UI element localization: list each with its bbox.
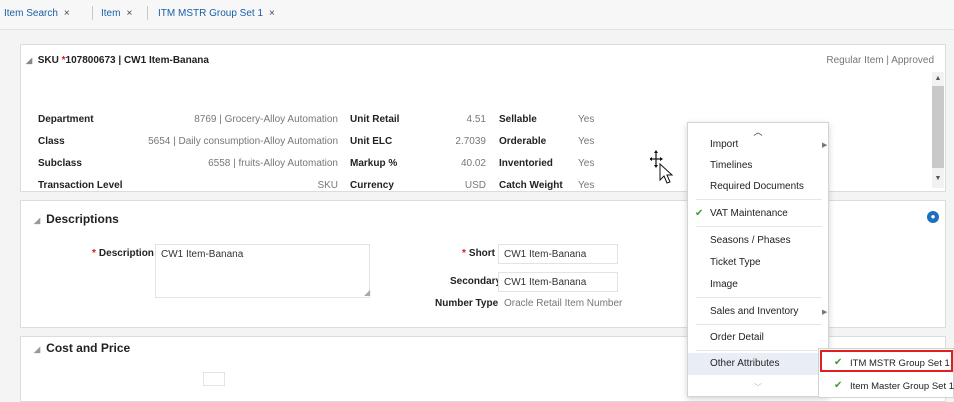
scrollbar-thumb[interactable] <box>932 86 944 168</box>
tab-itm-mstr-group-set-1[interactable]: ITM MSTR Group Set 1 × <box>158 8 275 19</box>
checkmark-icon: ✔ <box>834 357 843 368</box>
tab-divider <box>92 6 93 20</box>
short-label: * Short <box>462 248 496 259</box>
currency-label: Currency <box>350 180 394 191</box>
scroll-up-icon[interactable]: ▲ <box>932 75 944 82</box>
subclass-value: 6558 | fruits-Alloy Automation <box>208 158 338 169</box>
catch-weight-value: Yes <box>578 180 595 191</box>
markup-label: Markup % <box>350 158 398 169</box>
collapse-triangle-icon[interactable]: ◢ <box>26 56 32 65</box>
menu-item-order-detail[interactable]: Order Detail <box>710 332 764 343</box>
subclass-label: Subclass <box>38 158 82 169</box>
markup-value: 40.02 <box>460 158 486 169</box>
sellable-label: Sellable <box>499 114 537 125</box>
checkmark-icon: ✔ <box>695 208 704 219</box>
department-label: Department <box>38 114 94 125</box>
tab-item[interactable]: Item × <box>101 8 132 19</box>
class-label: Class <box>38 136 65 147</box>
menu-item-vat-maintenance[interactable]: VAT Maintenance <box>710 208 788 219</box>
sellable-value: Yes <box>578 114 595 125</box>
close-icon[interactable]: × <box>126 8 132 19</box>
unit-elc-label: Unit ELC <box>350 136 393 147</box>
tab-divider <box>147 6 148 20</box>
sku-title: ◢ SKU *107800673 | CW1 Item-Banana <box>26 55 209 66</box>
move-cursor-icon <box>650 150 674 184</box>
menu-divider <box>696 297 822 298</box>
collapse-triangle-icon[interactable]: ◢ <box>34 345 40 354</box>
tab-bar: Item Search × Item × ITM MSTR Group Set 1 × <box>0 0 954 30</box>
tab-label: Item Search <box>4 8 58 19</box>
close-icon[interactable]: × <box>269 8 275 19</box>
resize-handle-icon[interactable]: ◢ <box>364 288 370 297</box>
menu-item-other-attributes[interactable]: Other Attributes <box>710 358 779 369</box>
menu-divider <box>696 226 822 227</box>
menu-divider <box>696 199 822 200</box>
actions-menu: ︿ Import ▶ Timelines Required Documents … <box>687 122 829 397</box>
close-icon[interactable]: × <box>64 8 70 19</box>
class-value: 5654 | Daily consumption-Alloy Automatio… <box>148 136 338 147</box>
menu-item-image[interactable]: Image <box>710 279 738 290</box>
orderable-label: Orderable <box>499 136 547 147</box>
descriptions-section-title[interactable]: ◢ Descriptions <box>34 212 119 226</box>
unit-elc-value: 2.7039 <box>455 136 486 147</box>
menu-item-ticket-type[interactable]: Ticket Type <box>710 257 761 268</box>
description-label: * Description <box>92 248 154 259</box>
menu-scroll-up-icon[interactable]: ︿ <box>688 125 828 138</box>
inventoried-value: Yes <box>578 158 595 169</box>
secondary-description-input[interactable]: CW1 Item-Banana <box>498 272 618 292</box>
transaction-level-value: SKU <box>317 180 338 191</box>
number-type-value: Oracle Retail Item Number <box>504 298 623 309</box>
cost-field-input[interactable] <box>203 372 225 386</box>
item-status: Regular Item | Approved <box>826 55 934 66</box>
tab-label: Item <box>101 8 121 19</box>
submenu-arrow-icon: ▶ <box>822 309 828 316</box>
currency-value: USD <box>464 180 486 191</box>
menu-item-sales-and-inventory[interactable]: Sales and Inventory <box>710 306 798 317</box>
submenu-item-itm-mstr-group-set-1[interactable]: ITM MSTR Group Set 1 <box>850 358 950 369</box>
secondary-label: Secondary <box>450 276 502 287</box>
menu-divider <box>696 324 822 325</box>
submenu-arrow-icon: ▶ <box>822 142 828 149</box>
scroll-down-icon[interactable]: ▼ <box>932 175 944 182</box>
collapse-triangle-icon[interactable]: ◢ <box>34 216 40 225</box>
help-globe-icon[interactable]: ● <box>927 211 939 223</box>
department-value: 8769 | Grocery-Alloy Automation <box>194 114 338 125</box>
short-description-input[interactable]: CW1 Item-Banana <box>498 244 618 264</box>
submenu-item-item-master-group-set-1[interactable]: Item Master Group Set 1 <box>850 381 954 392</box>
menu-scroll-down-icon[interactable]: ﹀ <box>688 382 828 393</box>
orderable-value: Yes <box>578 136 595 147</box>
menu-item-timelines[interactable]: Timelines <box>710 160 752 171</box>
checkmark-icon: ✔ <box>834 380 843 391</box>
menu-item-required-documents[interactable]: Required Documents <box>710 181 804 192</box>
transaction-level-label: Transaction Level <box>38 180 123 191</box>
unit-retail-label: Unit Retail <box>350 114 400 125</box>
menu-item-seasons-phases[interactable]: Seasons / Phases <box>710 235 791 246</box>
catch-weight-label: Catch Weight <box>499 180 563 191</box>
inventoried-label: Inventoried <box>499 158 553 169</box>
cost-price-section-title[interactable]: ◢ Cost and Price <box>34 341 130 355</box>
number-type-label: Number Type <box>435 298 499 309</box>
tab-label: ITM MSTR Group Set 1 <box>158 8 264 19</box>
unit-retail-value: 4.51 <box>466 114 486 125</box>
menu-divider <box>696 350 822 351</box>
menu-item-import[interactable]: Import <box>710 139 738 150</box>
tab-item-search[interactable]: Item Search × <box>4 8 70 19</box>
description-textarea[interactable]: CW1 Item-Banana <box>155 244 370 298</box>
